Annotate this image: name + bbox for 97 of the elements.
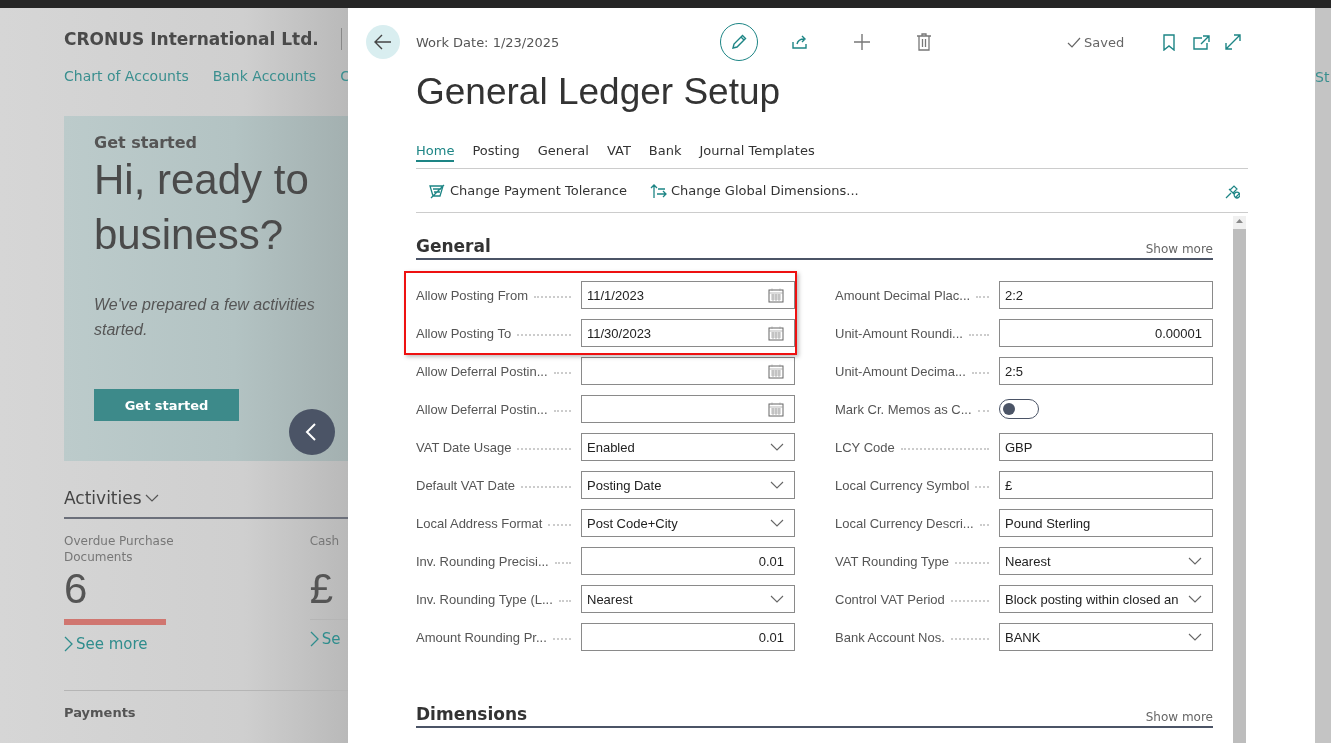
field-label: Inv. Rounding Type (L... — [416, 591, 553, 607]
banner-text: We've prepared a few activities — [94, 295, 315, 315]
payments-heading: Payments — [64, 705, 136, 720]
pencil-icon — [730, 33, 748, 51]
dropdown-field[interactable]: Posting Date — [581, 471, 795, 499]
chevron-down-icon[interactable] — [144, 494, 159, 502]
field-label: Amount Rounding Pr... — [416, 629, 547, 645]
back-button[interactable] — [366, 25, 400, 59]
number-field[interactable]: 0.01 — [581, 623, 795, 651]
number-field[interactable]: 0.00001 — [999, 319, 1213, 347]
text-field[interactable]: Pound Sterling — [999, 509, 1213, 537]
scroll-up-icon[interactable] — [1233, 216, 1246, 226]
dropdown-field[interactable]: Nearest — [999, 547, 1213, 575]
section-title[interactable]: Dimensions — [416, 704, 528, 724]
field-label: Amount Decimal Plac... — [835, 287, 971, 303]
text-field[interactable]: GBP — [999, 433, 1213, 461]
expand-icon — [1225, 34, 1242, 50]
banner-headline: business? — [94, 210, 284, 260]
field-label: VAT Date Usage — [416, 439, 512, 455]
text-field[interactable]: £ — [999, 471, 1213, 499]
field-label: Default VAT Date — [416, 477, 515, 493]
field-label: Unit-Amount Decima... — [835, 363, 966, 379]
open-in-new-window-icon — [1192, 34, 1210, 50]
field-label: VAT Rounding Type — [835, 553, 949, 569]
tab[interactable]: Journal Templates — [699, 138, 815, 162]
toggle-switch[interactable] — [999, 399, 1039, 419]
field-label: Local Address Format — [416, 515, 543, 531]
show-more-link[interactable]: Show more — [1145, 242, 1213, 256]
tab[interactable]: Bank — [648, 138, 682, 162]
chevron-down-icon[interactable] — [1188, 633, 1202, 641]
bookmark-icon — [1163, 33, 1176, 51]
calendar-icon[interactable] — [768, 287, 784, 303]
chevron-right-icon — [64, 636, 73, 652]
calendar-icon[interactable] — [768, 401, 784, 417]
dropdown-field[interactable]: Post Code+City — [581, 509, 795, 537]
dropdown-field[interactable]: Block posting within closed an — [999, 585, 1213, 613]
tile-value[interactable]: £ — [309, 565, 333, 613]
chevron-right-icon — [309, 631, 319, 647]
dropdown-field[interactable]: BANK — [999, 623, 1213, 651]
field-label: Mark Cr. Memos as C... — [835, 401, 972, 417]
tolerance-icon — [428, 182, 446, 199]
banner-text: started. — [94, 320, 149, 340]
activities-heading[interactable]: Activities — [64, 488, 142, 508]
date-field[interactable]: 11/30/2023 — [581, 319, 795, 347]
date-field[interactable] — [581, 357, 795, 385]
edit-button[interactable] — [720, 23, 758, 61]
number-field[interactable]: 0.01 — [581, 547, 795, 575]
back-arrow-icon — [374, 34, 392, 50]
chevron-down-icon[interactable] — [770, 519, 784, 527]
field-label: Allow Deferral Postin... — [416, 363, 548, 379]
chevron-down-icon[interactable] — [1188, 595, 1202, 603]
share-icon — [791, 34, 809, 50]
action-button[interactable]: Change Global Dimensions... — [648, 182, 859, 199]
field-label: Allow Posting To — [416, 325, 512, 341]
get-started-button[interactable]: Get started — [94, 389, 239, 421]
date-field[interactable]: 11/1/2023 — [581, 281, 795, 309]
chevron-down-icon[interactable] — [1188, 557, 1202, 565]
checkmark-icon — [1067, 36, 1081, 48]
field-label: Control VAT Period — [835, 591, 945, 607]
field-label: Local Currency Symbol — [835, 477, 970, 493]
chevron-down-icon[interactable] — [770, 595, 784, 603]
company-name: CRONUS International Ltd. — [64, 29, 319, 49]
banner-headline: Hi, ready to — [94, 155, 309, 205]
field-label: Allow Posting From — [416, 287, 528, 303]
work-date: Work Date: 1/23/2025 — [416, 34, 561, 50]
chevron-down-icon[interactable] — [770, 443, 784, 451]
tab[interactable]: Posting — [472, 138, 520, 162]
calendar-icon[interactable] — [768, 363, 784, 379]
field-label: Inv. Rounding Precisi... — [416, 553, 549, 569]
arrows-icon — [648, 182, 667, 199]
trash-icon — [916, 33, 932, 51]
banner-eyebrow: Get started — [94, 133, 197, 152]
field-label: Bank Account Nos. — [835, 629, 945, 645]
tile-label: Cash — [309, 533, 340, 549]
tile-label: Overdue Purchase Documents — [64, 533, 175, 565]
dropdown-field[interactable]: Nearest — [581, 585, 795, 613]
date-field[interactable] — [581, 395, 795, 423]
text-field[interactable]: 2:2 — [999, 281, 1213, 309]
tab[interactable]: VAT — [606, 138, 631, 162]
field-label: Allow Deferral Postin... — [416, 401, 548, 417]
calendar-icon[interactable] — [768, 325, 784, 341]
chevron-down-icon[interactable] — [770, 481, 784, 489]
text-field[interactable]: 2:5 — [999, 357, 1213, 385]
carousel-back-button[interactable] — [289, 409, 335, 455]
plus-icon — [853, 33, 871, 51]
tab[interactable]: Home — [416, 138, 455, 162]
section-title[interactable]: General — [416, 236, 491, 256]
dropdown-field[interactable]: Enabled — [581, 433, 795, 461]
tab[interactable]: General — [537, 138, 589, 162]
action-button[interactable]: Change Payment Tolerance — [428, 182, 627, 199]
tile-value[interactable]: 6 — [64, 565, 88, 613]
field-label: Unit-Amount Roundi... — [835, 325, 963, 341]
show-more-link[interactable]: Show more — [1145, 710, 1213, 724]
page-title: General Ledger Setup — [416, 70, 782, 114]
field-label: Local Currency Descri... — [835, 515, 974, 531]
saved-status: Saved — [1067, 34, 1125, 50]
field-label: LCY Code — [835, 439, 895, 455]
